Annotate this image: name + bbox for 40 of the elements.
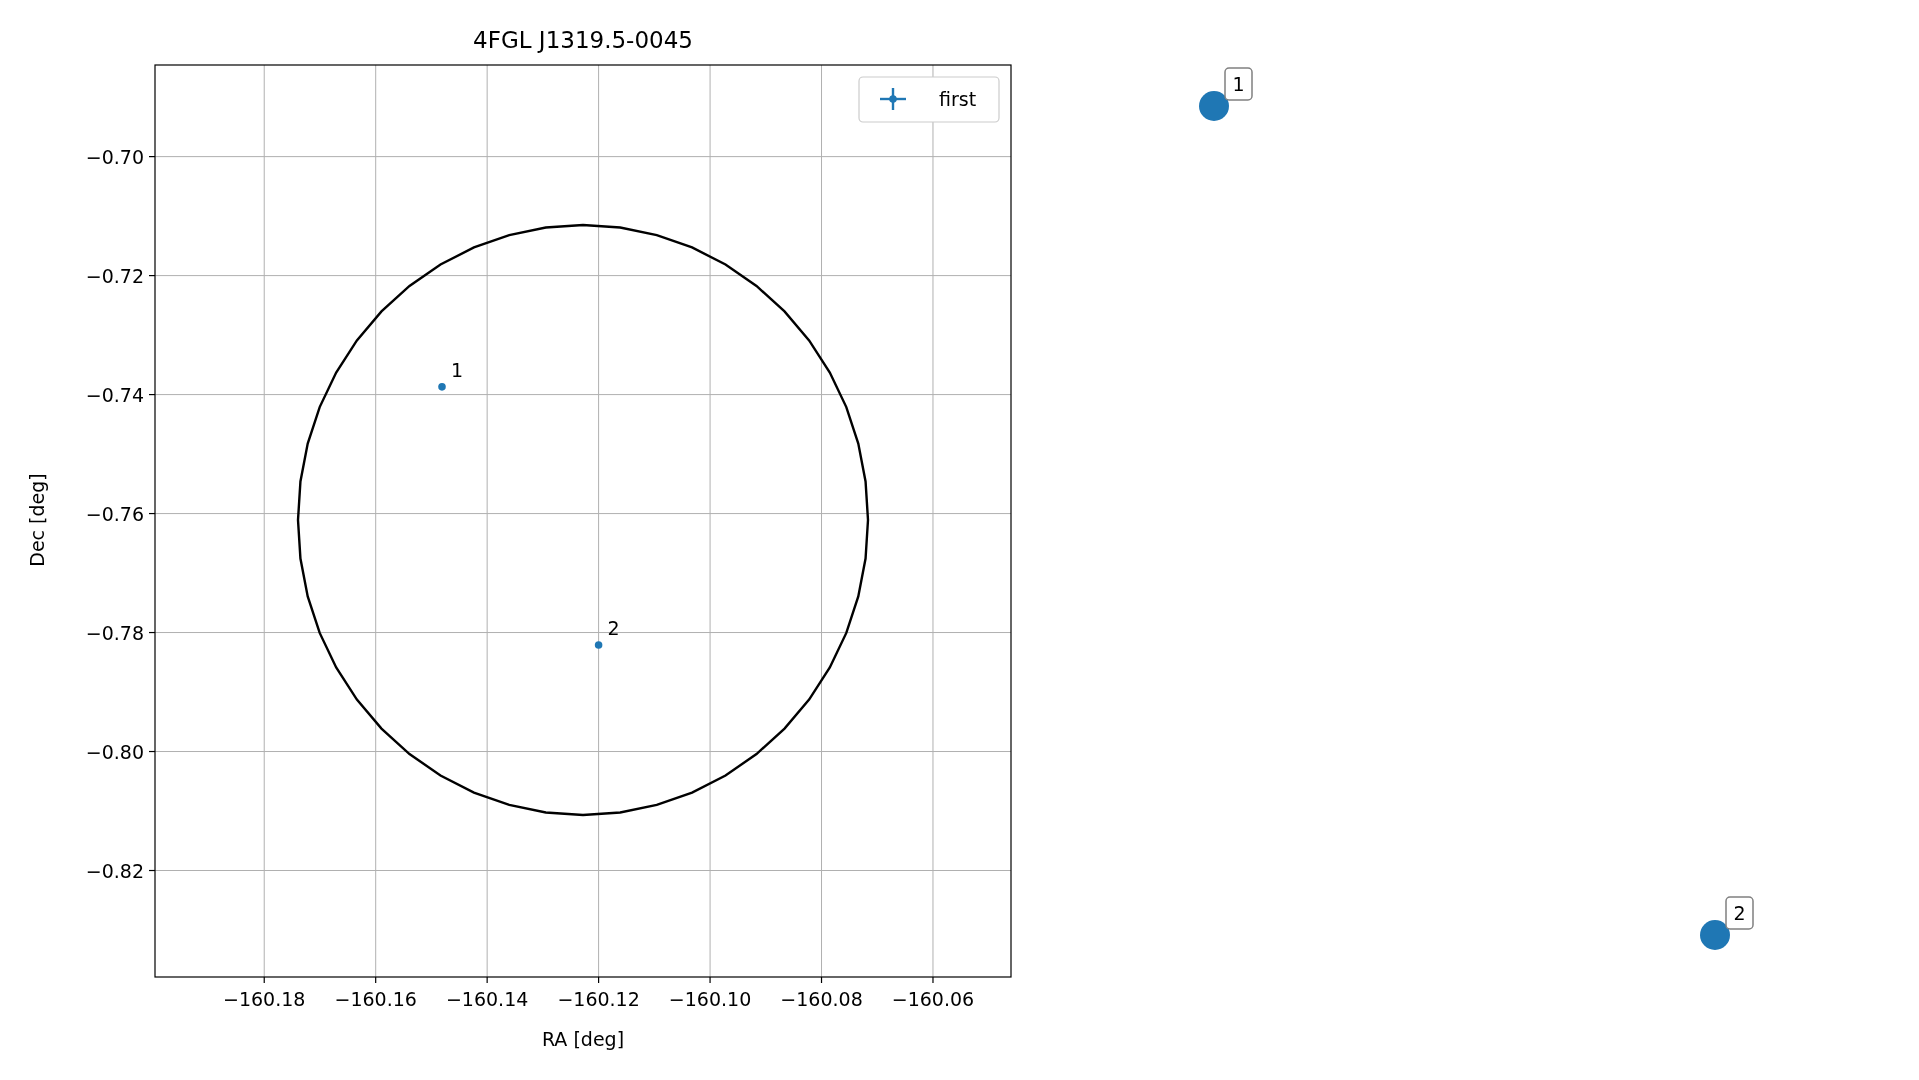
tick-mark (148, 750, 156, 753)
point-label: 1 (451, 358, 464, 381)
x-tick-label: −160.14 (445, 988, 529, 1010)
x-tick-label: −160.10 (668, 988, 752, 1010)
y-tick-label: −0.82 (85, 859, 144, 882)
marker-label: 1 (1232, 73, 1245, 95)
marker-label: 2 (1733, 902, 1746, 924)
tick-mark (148, 631, 156, 634)
tick-mark (148, 156, 156, 158)
point-label: 2 (607, 617, 620, 640)
y-tick-label: −0.78 (85, 621, 144, 644)
y-tick-label: −0.74 (85, 383, 144, 406)
y-tick-label: −0.70 (85, 145, 144, 168)
y-tick-label: −0.76 (85, 502, 144, 525)
tick-mark (709, 976, 711, 984)
tick-mark (932, 976, 934, 984)
tick-mark (148, 512, 156, 515)
tick-mark (375, 976, 377, 984)
marker-dot (1700, 920, 1730, 950)
y-tick-label: −0.72 (85, 264, 144, 287)
tick-mark (148, 393, 156, 396)
x-tick-label: −160.16 (334, 988, 417, 1010)
tick-mark (598, 976, 600, 984)
label-box (1224, 67, 1253, 101)
x-tick-label: −160.18 (223, 988, 306, 1010)
chart-title: 4FGL J1319.5-0045 (473, 27, 693, 53)
legend-label: first (939, 88, 977, 110)
y-axis-label: Dec [deg] (26, 473, 48, 567)
label-box (1725, 896, 1754, 930)
y-tick-label: −0.80 (85, 740, 144, 763)
tick-mark (486, 976, 488, 984)
x-tick-label: −160.12 (557, 988, 640, 1010)
marker-dot (1199, 91, 1229, 121)
x-axis-label: RA [deg] (541, 1028, 625, 1050)
tick-mark (148, 869, 156, 872)
tick-mark (148, 275, 156, 277)
tick-mark (263, 976, 265, 984)
x-tick-label: −160.06 (891, 988, 975, 1010)
tick-mark (820, 976, 823, 984)
x-tick-label: −160.08 (780, 988, 863, 1010)
